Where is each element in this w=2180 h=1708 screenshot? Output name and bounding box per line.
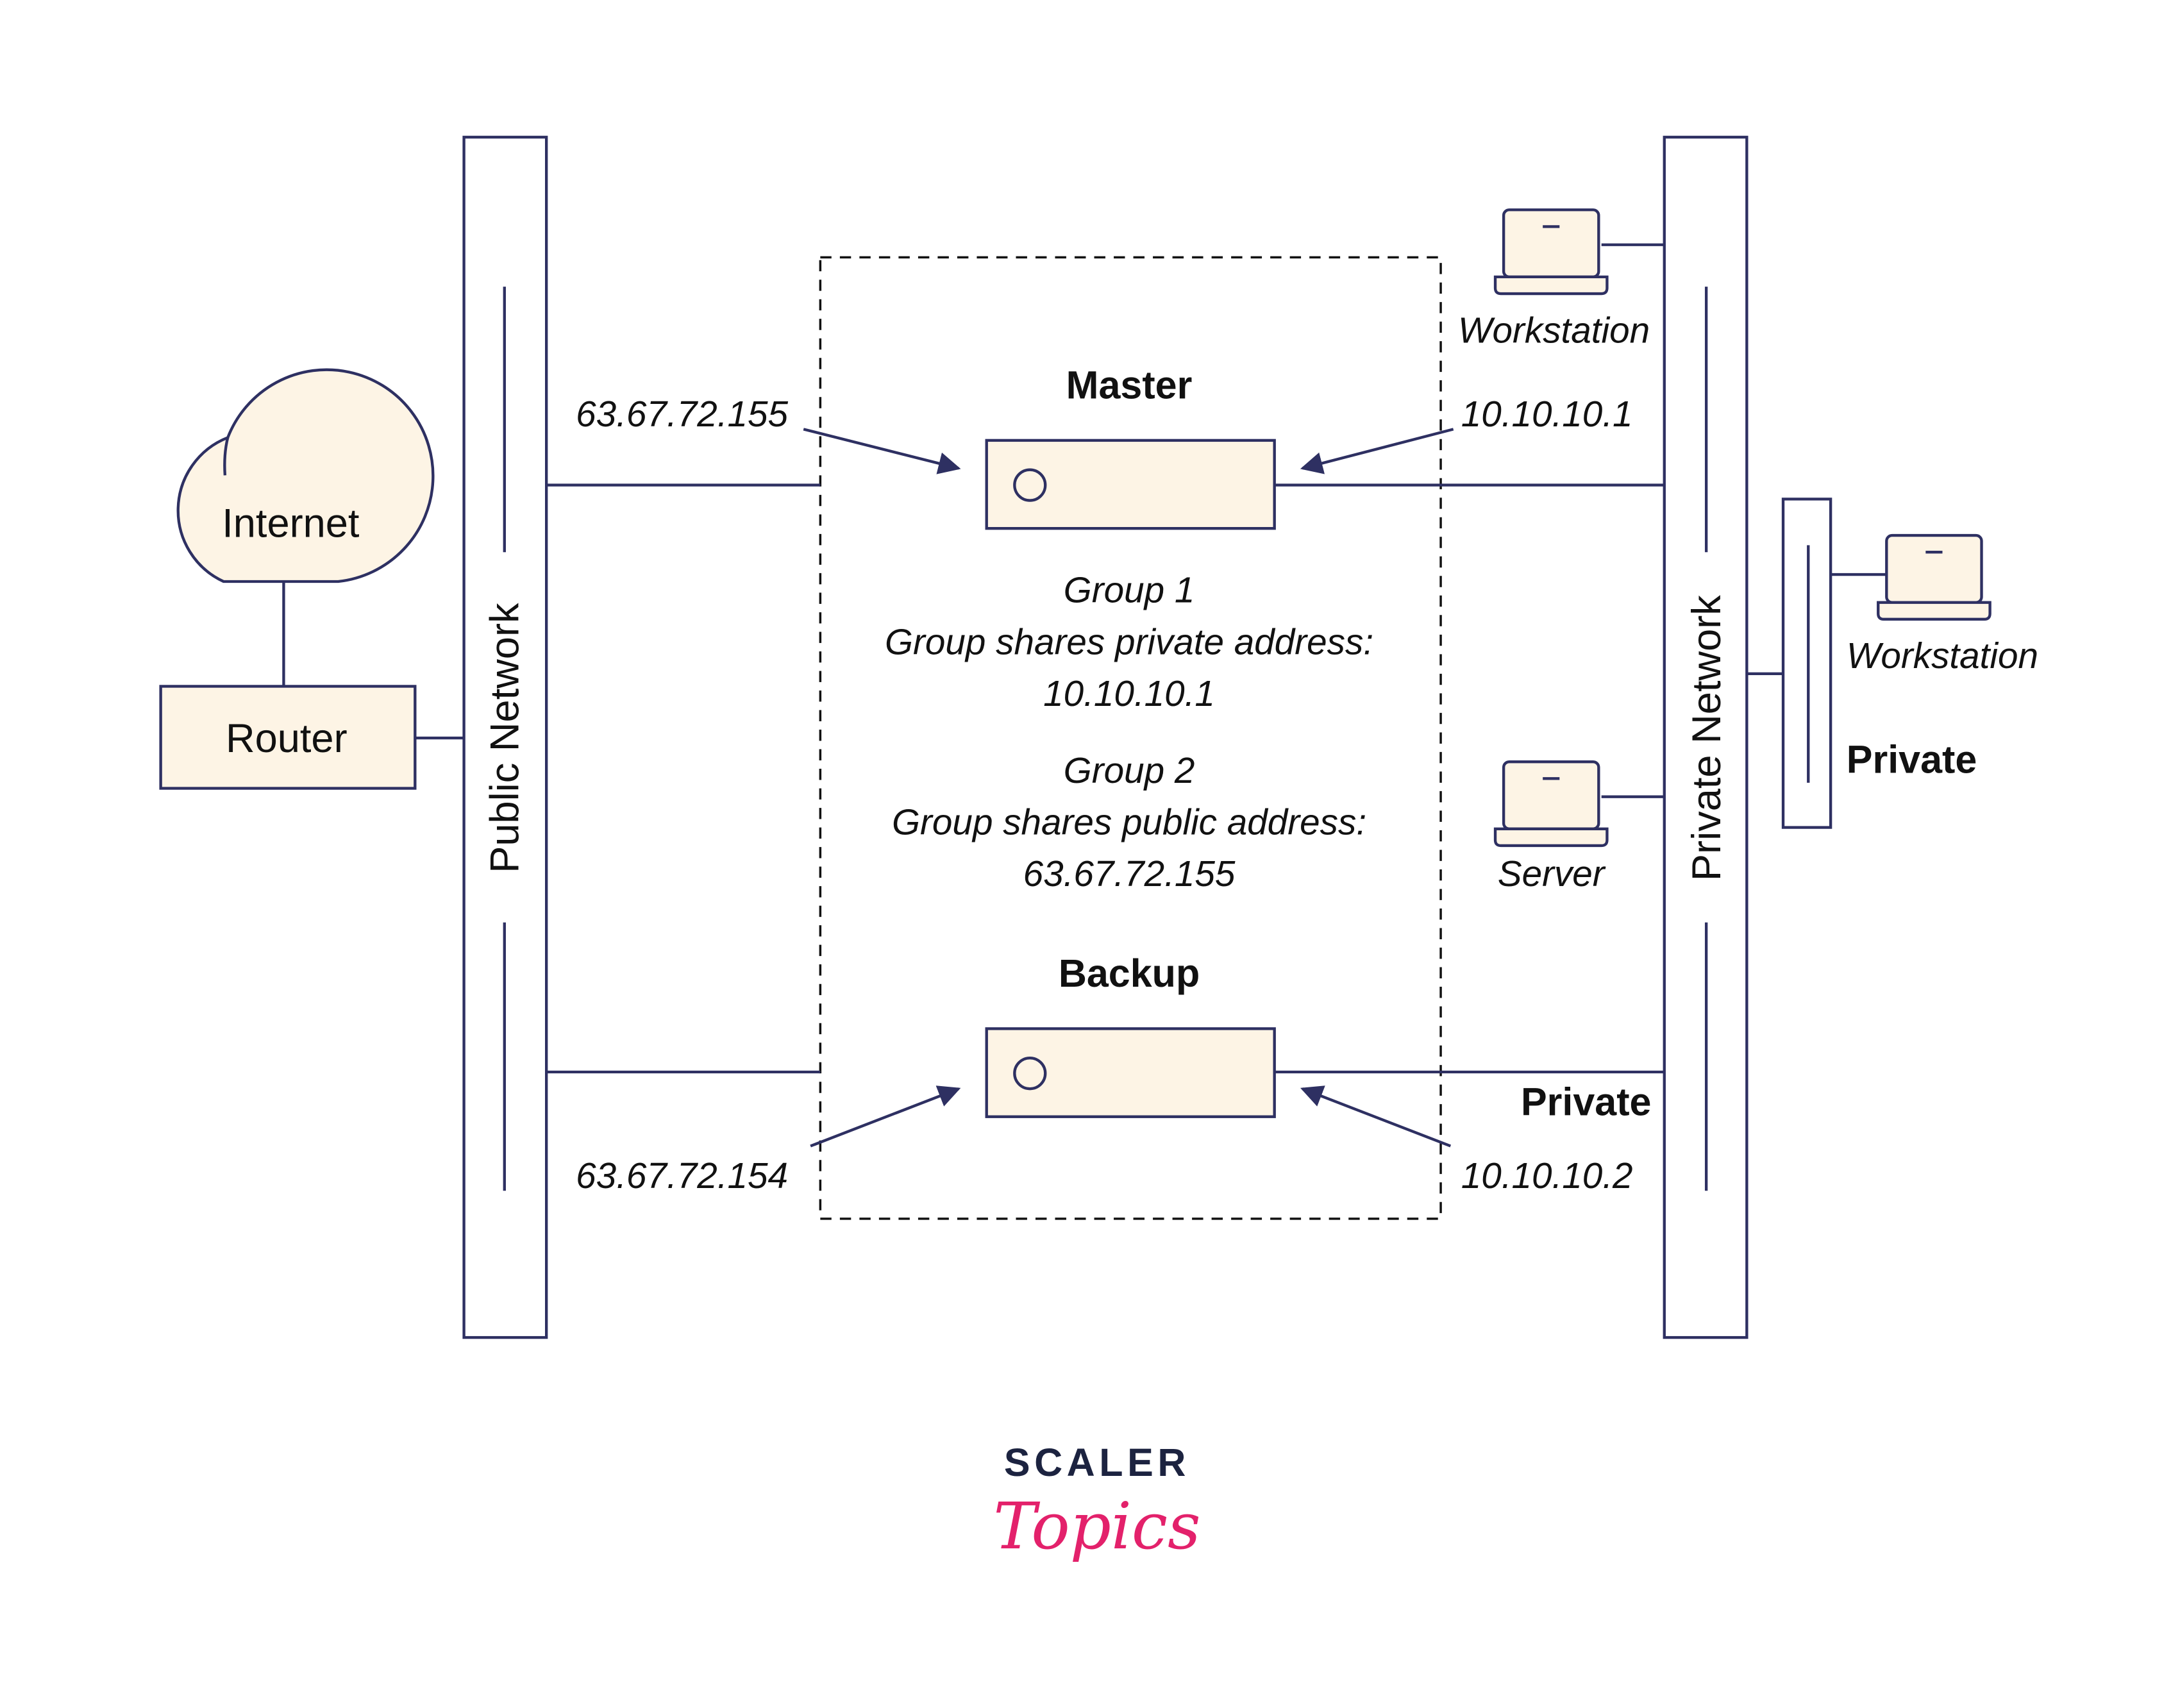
arrow-backup-public (810, 1085, 961, 1148)
arrow-master-private (1300, 428, 1454, 474)
private-segment-label: Private (1847, 738, 1977, 782)
backup-private-address: 10.10.10.2 (1461, 1156, 1633, 1196)
backup-label: Backup (1059, 951, 1200, 995)
vrrp-diagram: Public Network Private Network Internet … (159, 135, 2038, 1564)
workstation-laptop-icon (1495, 210, 1607, 294)
master-public-address: 63.67.72.155 (576, 394, 788, 435)
group2-description: Group shares public address: (892, 802, 1366, 842)
arrow-backup-private (1300, 1085, 1452, 1148)
router-label: Router (226, 716, 348, 761)
master-label: Master (1066, 363, 1193, 406)
private-backup-label: Private (1521, 1080, 1652, 1124)
master-router (985, 439, 1276, 530)
public-network-bar: Public Network (462, 135, 548, 1339)
private-network-label: Private Network (1684, 595, 1729, 881)
backup-router (985, 1027, 1276, 1118)
group1-title: Group 1 (1064, 571, 1195, 611)
private-segment-bar (1747, 498, 1832, 829)
workstation-laptop-icon (1878, 535, 1990, 619)
group1-address: 10.10.10.1 (1043, 674, 1215, 714)
scaler-topics-logo: SCALER Topics (993, 1441, 1200, 1564)
arrow-master-public (803, 428, 961, 474)
group2-title: Group 2 (1064, 751, 1195, 791)
workstation-2-label: Workstation (1847, 636, 2038, 676)
workstation-1-label: Workstation (1458, 310, 1650, 351)
router: Router (159, 685, 417, 790)
logo-topics: Topics (993, 1489, 1200, 1564)
logo-scaler: SCALER (1004, 1441, 1190, 1484)
internet-label: Internet (222, 501, 360, 546)
server-laptop-icon (1495, 762, 1607, 846)
master-private-address: 10.10.10.1 (1461, 394, 1633, 435)
group1-description: Group shares private address: (885, 622, 1373, 662)
backup-public-address: 63.67.72.154 (576, 1156, 788, 1196)
internet-cloud: Internet (176, 368, 435, 583)
group2-address: 63.67.72.155 (1023, 854, 1236, 894)
private-network-bar: Private Network (1663, 135, 1748, 1339)
server-label: Server (1498, 854, 1606, 894)
public-network-label: Public Network (483, 603, 528, 873)
